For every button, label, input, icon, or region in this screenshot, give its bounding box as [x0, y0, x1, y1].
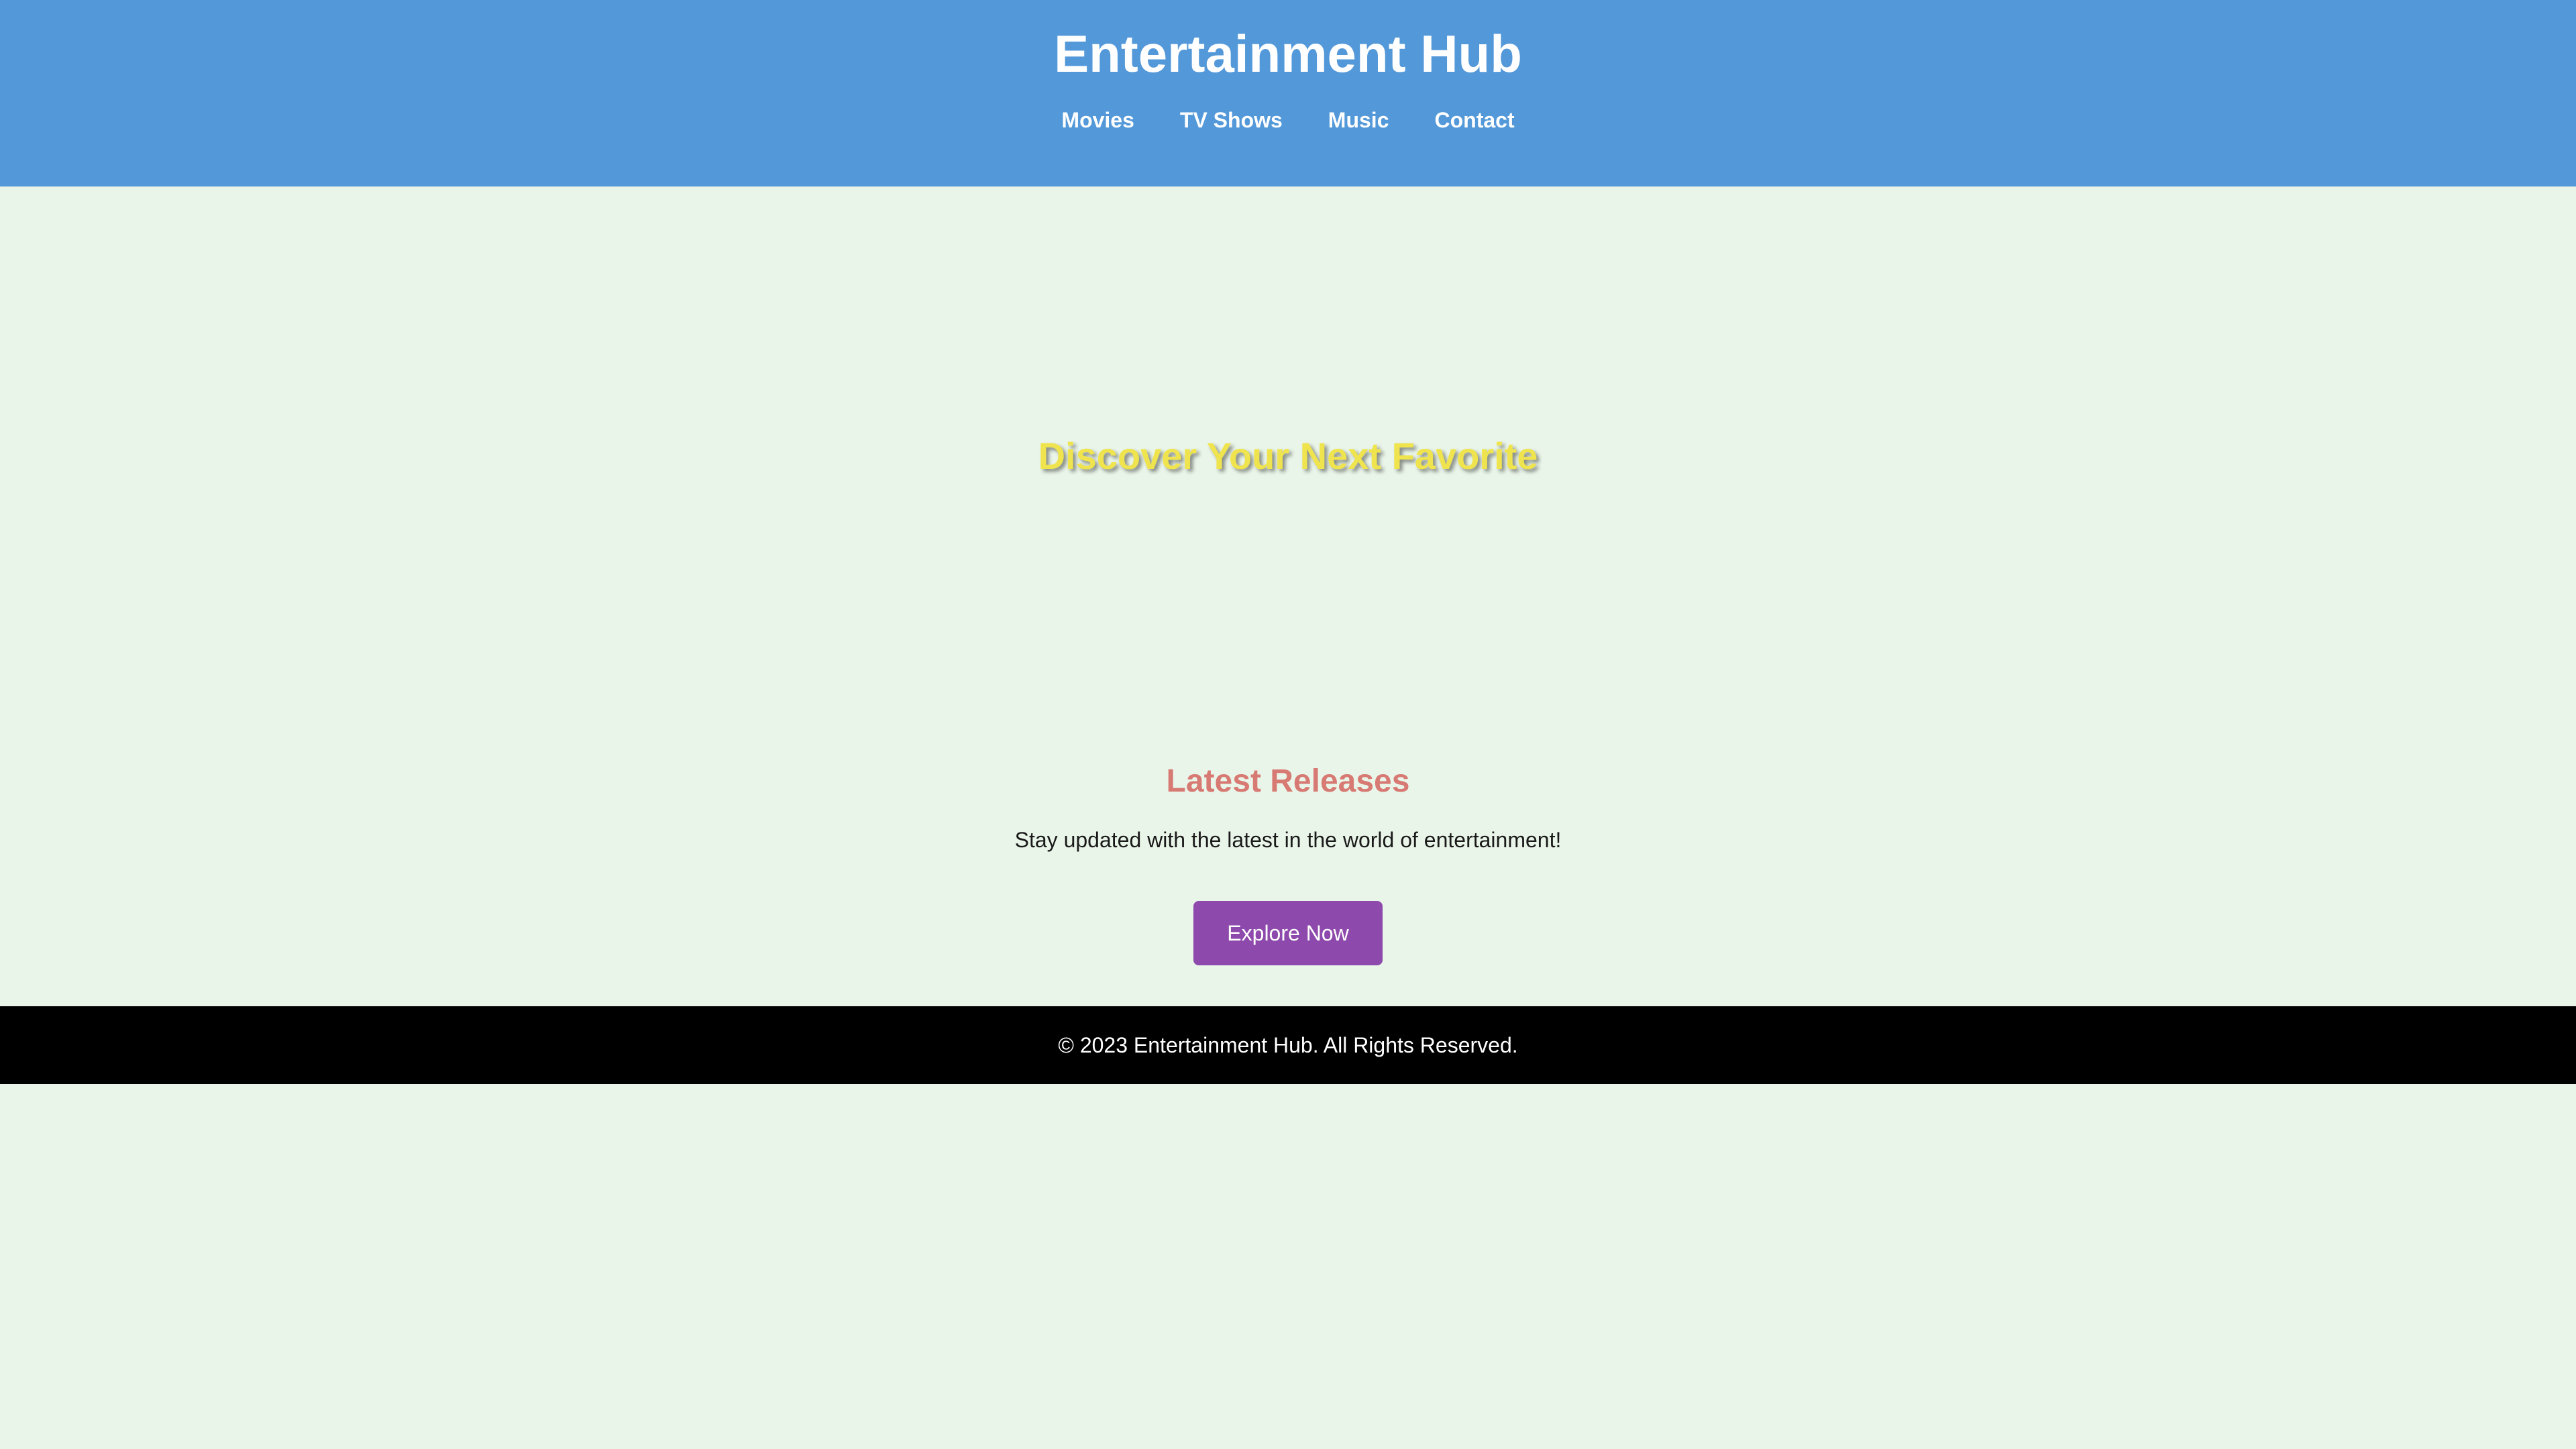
latest-releases-text: Stay updated with the latest in the worl…	[1014, 828, 1562, 852]
explore-now-button[interactable]: Explore Now	[1193, 901, 1383, 965]
latest-releases-title: Latest Releases	[1166, 763, 1410, 799]
nav-item-contact[interactable]: Contact	[1434, 104, 1514, 136]
site-footer: © 2023 Entertainment Hub. All Rights Res…	[0, 1006, 2576, 1084]
site-title: Entertainment Hub	[1054, 24, 1522, 83]
main-nav: Movies TV Shows Music Contact	[0, 104, 2576, 136]
copyright-text: © 2023 Entertainment Hub. All Rights Res…	[1058, 1033, 1518, 1057]
nav-item-tv-shows[interactable]: TV Shows	[1180, 104, 1283, 136]
nav-item-movies[interactable]: Movies	[1061, 104, 1134, 136]
hero-title: Discover Your Next Favorite	[1038, 435, 1538, 477]
site-header: Entertainment Hub Movies TV Shows Music …	[0, 0, 2576, 186]
nav-item-music[interactable]: Music	[1328, 104, 1389, 136]
